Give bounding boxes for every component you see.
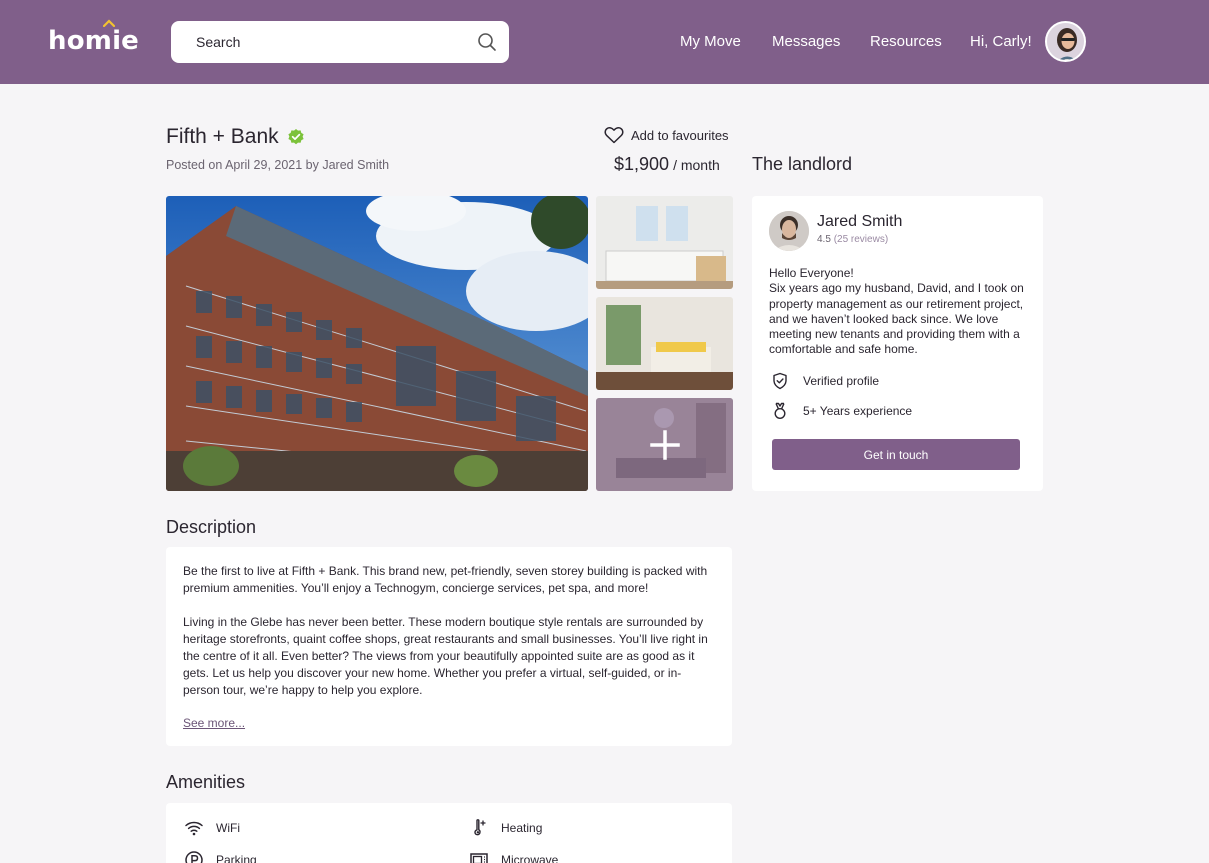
user-avatar[interactable]	[1045, 21, 1086, 62]
search-icon[interactable]	[477, 32, 497, 52]
favourite-label: Add to favourites	[631, 127, 729, 143]
amenities-card: WiFi Heating Parking Microwave	[166, 803, 732, 863]
landlord-rating: 4.5 (25 reviews)	[817, 234, 888, 245]
search-input[interactable]	[196, 34, 477, 50]
listing-title: Fifth + Bank	[166, 125, 305, 149]
search-bar	[171, 21, 509, 63]
thumbnail-kitchen[interactable]	[596, 196, 733, 289]
bio-greeting: Hello Everyone!	[769, 266, 854, 280]
landlord-card: Jared Smith 4.5 (25 reviews) Hello Every…	[752, 196, 1043, 491]
amenity-parking: Parking	[184, 850, 257, 863]
logo-roof-icon	[103, 19, 115, 27]
price: $1,900/ month	[614, 154, 720, 175]
thumbnail-more-photos[interactable]	[596, 398, 733, 491]
user-avatar-image	[1047, 23, 1084, 60]
bio-text: Six years ago my husband, David, and I t…	[769, 281, 1024, 357]
experience-label: 5+ Years experience	[803, 404, 913, 418]
description-heading: Description	[166, 517, 257, 537]
see-more-link[interactable]: See more...	[183, 715, 245, 732]
amenity-label: Parking	[216, 853, 257, 863]
thermometer-icon	[474, 819, 486, 836]
description-paragraph: Be the first to live at Fifth + Bank. Th…	[183, 564, 708, 595]
landlord-avatar[interactable]	[769, 211, 809, 251]
landlord-avatar-image	[769, 211, 809, 251]
amenity-heating: Heating	[469, 818, 542, 838]
amenity-label: Heating	[501, 821, 543, 835]
heart-icon	[604, 127, 624, 144]
homie-logo[interactable]: homie	[48, 19, 140, 56]
rating-value: 4.5	[817, 234, 831, 245]
amenity-label: Microwave	[501, 853, 559, 863]
parking-icon	[185, 851, 203, 863]
verified-profile-label: Verified profile	[803, 374, 880, 388]
main-building-photo[interactable]	[166, 196, 588, 491]
thumbnail-bedroom[interactable]	[596, 297, 733, 390]
amenity-label: WiFi	[216, 821, 240, 835]
building-photo-image	[166, 196, 588, 491]
bedroom-photo-image	[596, 297, 733, 390]
description-card: Be the first to live at Fifth + Bank. Th…	[166, 547, 732, 746]
price-period: / month	[673, 157, 720, 173]
listing-title-text: Fifth + Bank	[166, 125, 279, 148]
description-paragraph: Living in the Glebe has never been bette…	[183, 615, 708, 697]
medal-icon	[774, 402, 786, 420]
more-photos-overlay[interactable]	[596, 398, 733, 491]
nav-my-move[interactable]: My Move	[680, 33, 741, 50]
wifi-icon	[185, 821, 203, 836]
posted-info: Posted on April 29, 2021 by Jared Smith	[166, 158, 390, 172]
amenity-microwave: Microwave	[469, 850, 558, 863]
shield-check-icon	[773, 372, 787, 390]
nav-resources[interactable]: Resources	[870, 33, 942, 50]
verified-check-icon	[288, 129, 304, 145]
plus-icon	[649, 429, 680, 460]
add-to-favourites-button[interactable]: Add to favourites	[604, 126, 729, 144]
verified-profile-feature: Verified profile	[771, 372, 879, 390]
nav-user-greeting[interactable]: Hi, Carly!	[970, 33, 1032, 50]
top-navbar: homie My Move Messages Resources Hi, Car…	[0, 0, 1209, 84]
review-count[interactable]: (25 reviews)	[834, 234, 888, 245]
landlord-bio: Hello Everyone! Six years ago my husband…	[769, 266, 1031, 358]
price-amount: $1,900	[614, 154, 670, 174]
logo-text: homie	[48, 26, 140, 56]
microwave-icon	[470, 853, 488, 863]
landlord-name[interactable]: Jared Smith	[817, 213, 902, 231]
kitchen-photo-image	[596, 196, 733, 289]
experience-feature: 5+ Years experience	[771, 402, 912, 420]
amenities-heading: Amenities	[166, 772, 246, 792]
landlord-heading: The landlord	[752, 154, 853, 174]
amenity-wifi: WiFi	[184, 818, 240, 838]
nav-messages[interactable]: Messages	[772, 33, 840, 50]
get-in-touch-button[interactable]: Get in touch	[772, 439, 1020, 470]
